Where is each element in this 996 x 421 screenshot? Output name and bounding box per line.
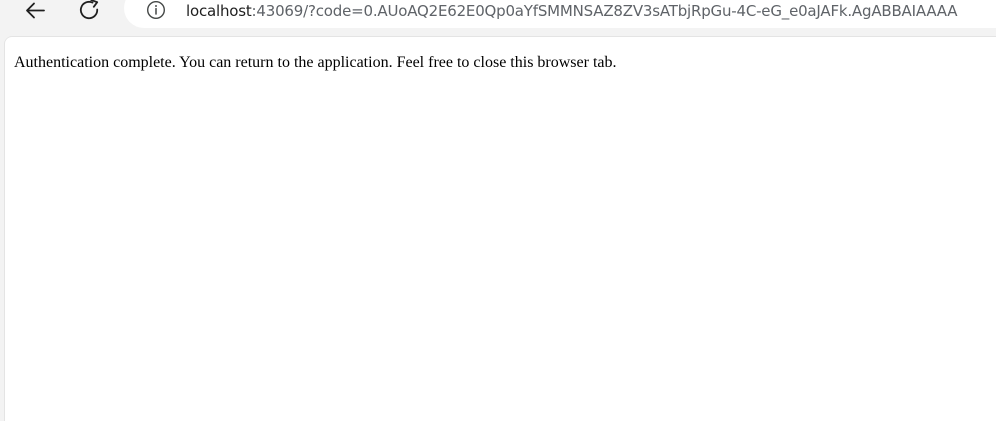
address-bar[interactable]: localhost:43069/?code=0.AUoAQ2E62E0Qp0aY… <box>124 0 996 28</box>
browser-toolbar: localhost:43069/?code=0.AUoAQ2E62E0Qp0aY… <box>0 0 996 36</box>
reload-button[interactable] <box>74 0 106 24</box>
address-url[interactable]: localhost:43069/?code=0.AUoAQ2E62E0Qp0aY… <box>186 1 958 21</box>
auth-complete-message: Authentication complete. You can return … <box>14 54 617 71</box>
url-path: :43069/?code=0.AUoAQ2E62E0Qp0aYfSMMNSAZ8… <box>251 2 958 20</box>
browser-window: localhost:43069/?code=0.AUoAQ2E62E0Qp0aY… <box>0 0 996 421</box>
arrow-left-icon <box>26 2 45 19</box>
page-viewport: Authentication complete. You can return … <box>5 37 996 421</box>
back-button[interactable] <box>19 0 51 24</box>
reload-icon <box>79 0 99 20</box>
url-host: localhost <box>186 2 252 20</box>
info-icon[interactable] <box>146 0 166 20</box>
